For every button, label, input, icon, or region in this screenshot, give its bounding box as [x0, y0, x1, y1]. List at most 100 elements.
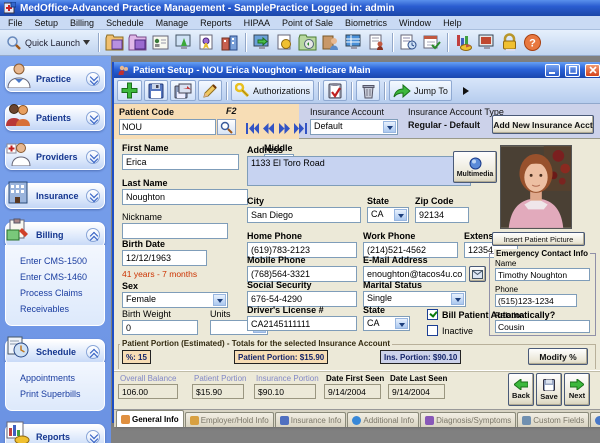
- insurance-account-select[interactable]: Default: [310, 119, 398, 135]
- menu-schedule[interactable]: Schedule: [100, 17, 150, 29]
- graphs-icon[interactable]: [453, 32, 474, 53]
- sidebar-item-enter-cms-1500[interactable]: Enter CMS-1500: [20, 253, 100, 269]
- sex-select[interactable]: Female: [122, 292, 228, 308]
- next-record-button[interactable]: [277, 121, 291, 136]
- save-button[interactable]: [144, 80, 168, 101]
- tab-insurance-info[interactable]: Insurance Info: [275, 412, 347, 427]
- chevron-expand-icon[interactable]: [86, 150, 100, 164]
- percent-box[interactable]: %: 15: [122, 350, 151, 364]
- send-email-button[interactable]: [469, 266, 486, 282]
- modify-percent-button[interactable]: Modify %: [528, 348, 588, 365]
- next-button[interactable]: Next: [564, 373, 590, 406]
- insert-picture-button[interactable]: Insert Patient Picture: [492, 232, 585, 246]
- menu-manage[interactable]: Manage: [150, 17, 195, 29]
- birth-date-input[interactable]: [122, 250, 207, 266]
- icd-codes-icon[interactable]: [127, 32, 148, 53]
- emergency-name-input[interactable]: [495, 268, 590, 281]
- dl-state-select[interactable]: CA: [363, 316, 410, 331]
- sidebar-item-print-superbills[interactable]: Print Superbills: [20, 386, 100, 402]
- emergency-contact-group: Emergency Contact Info Name Phone Relati…: [489, 253, 596, 336]
- nickname-input[interactable]: [122, 223, 228, 239]
- menu-hipaa[interactable]: HIPAA: [238, 17, 276, 29]
- sidebar-item-appointments[interactable]: Appointments: [20, 370, 100, 386]
- menu-file[interactable]: File: [2, 17, 29, 29]
- minimize-button[interactable]: [545, 64, 560, 77]
- menu-reports[interactable]: Reports: [194, 17, 238, 29]
- chevron-expand-icon[interactable]: [86, 189, 100, 203]
- multimedia-button[interactable]: Multimedia: [453, 151, 497, 183]
- jump-to-button[interactable]: Jump To: [389, 80, 452, 101]
- emergency-phone-input[interactable]: [495, 294, 577, 307]
- lock-icon[interactable]: [499, 32, 520, 53]
- calendar-check-icon[interactable]: [421, 32, 442, 53]
- provider-card-icon[interactable]: [150, 32, 171, 53]
- add-patient-button[interactable]: [117, 80, 142, 101]
- patient-window-titlebar[interactable]: Patient Setup - NOU Erica Noughton - Med…: [114, 62, 600, 78]
- drivers-license-input[interactable]: [247, 316, 357, 331]
- menu-setup[interactable]: Setup: [29, 17, 65, 29]
- tab-additional-info[interactable]: Additional Info: [347, 412, 419, 427]
- report-scheduler-icon[interactable]: [398, 32, 419, 53]
- tab-appointments[interactable]: Appointments: [590, 412, 600, 427]
- chevron-expand-icon[interactable]: [86, 72, 100, 86]
- last-record-button[interactable]: [293, 121, 307, 136]
- process-folder-icon[interactable]: [297, 32, 318, 53]
- delete-button[interactable]: [356, 80, 380, 101]
- zip-input[interactable]: [415, 207, 469, 223]
- chevron-expand-icon[interactable]: [86, 430, 100, 443]
- statements-icon[interactable]: [366, 32, 387, 53]
- previous-record-button[interactable]: [261, 121, 275, 136]
- menu-help[interactable]: Help: [437, 17, 468, 29]
- save-record-button[interactable]: Save: [536, 373, 562, 406]
- close-button[interactable]: [585, 64, 600, 77]
- sidebar-item-enter-cms-1460[interactable]: Enter CMS-1460: [20, 269, 100, 285]
- maximize-button[interactable]: [565, 64, 580, 77]
- menu-billing[interactable]: Billing: [64, 17, 100, 29]
- date-last-seen-value[interactable]: [388, 384, 445, 399]
- bill-patient-checkbox[interactable]: [427, 309, 438, 320]
- tab-custom-fields[interactable]: Custom Fields: [517, 412, 589, 427]
- authorizations-button[interactable]: Authorizations: [231, 80, 314, 101]
- patient-code-input[interactable]: [119, 119, 216, 135]
- last-name-input[interactable]: [122, 189, 248, 205]
- jump-to-menu-button[interactable]: [454, 80, 478, 101]
- quick-launch-button[interactable]: Quick Launch: [3, 34, 93, 52]
- verify-button[interactable]: [323, 80, 347, 101]
- date-first-seen-value[interactable]: [324, 384, 381, 399]
- emergency-relation-input[interactable]: [495, 320, 590, 333]
- address-input[interactable]: 1133 El Toro Road: [247, 156, 471, 186]
- birth-weight-input[interactable]: [122, 320, 198, 335]
- sidebar-item-process-claims[interactable]: Process Claims: [20, 285, 100, 301]
- menu-point-of-sale[interactable]: Point of Sale: [276, 17, 339, 29]
- terminal-icon[interactable]: [343, 32, 364, 53]
- edit-button[interactable]: [198, 80, 222, 101]
- sidebar-item-receivables[interactable]: Receivables: [20, 301, 100, 317]
- certificate-icon[interactable]: [196, 32, 217, 53]
- inactive-checkbox[interactable]: [427, 325, 438, 336]
- chevron-expand-icon[interactable]: [86, 111, 100, 125]
- claims-icon[interactable]: [320, 32, 341, 53]
- export-monitor-icon[interactable]: [251, 32, 272, 53]
- tab-general-info[interactable]: General Info: [116, 410, 184, 427]
- help-icon[interactable]: ?: [522, 32, 543, 53]
- city-input[interactable]: [247, 207, 361, 223]
- state-select[interactable]: CA: [367, 207, 409, 223]
- first-name-input[interactable]: [122, 154, 239, 170]
- patient-search-button[interactable]: [217, 119, 236, 135]
- save-close-button[interactable]: [170, 80, 196, 101]
- remote-monitor-icon[interactable]: [476, 32, 497, 53]
- tab-employer-hold-info[interactable]: Employer/Hold Info: [185, 412, 274, 427]
- charges-icon[interactable]: [274, 32, 295, 53]
- menu-window[interactable]: Window: [393, 17, 437, 29]
- city-label: City: [247, 196, 264, 206]
- add-new-insurance-button[interactable]: Add New Insurance Acct: [492, 115, 594, 134]
- chevron-collapse-icon[interactable]: [86, 228, 100, 242]
- first-record-button[interactable]: [245, 121, 259, 136]
- menu-biometrics[interactable]: Biometrics: [339, 17, 393, 29]
- lab-monitor-icon[interactable]: [173, 32, 194, 53]
- tab-diagnosis-symptoms[interactable]: Diagnosis/Symptoms: [420, 412, 516, 427]
- cpt-codes-icon[interactable]: [104, 32, 125, 53]
- practice-buildings-icon[interactable]: [219, 32, 240, 53]
- chevron-collapse-icon[interactable]: [86, 345, 100, 359]
- back-button[interactable]: Back: [508, 373, 534, 406]
